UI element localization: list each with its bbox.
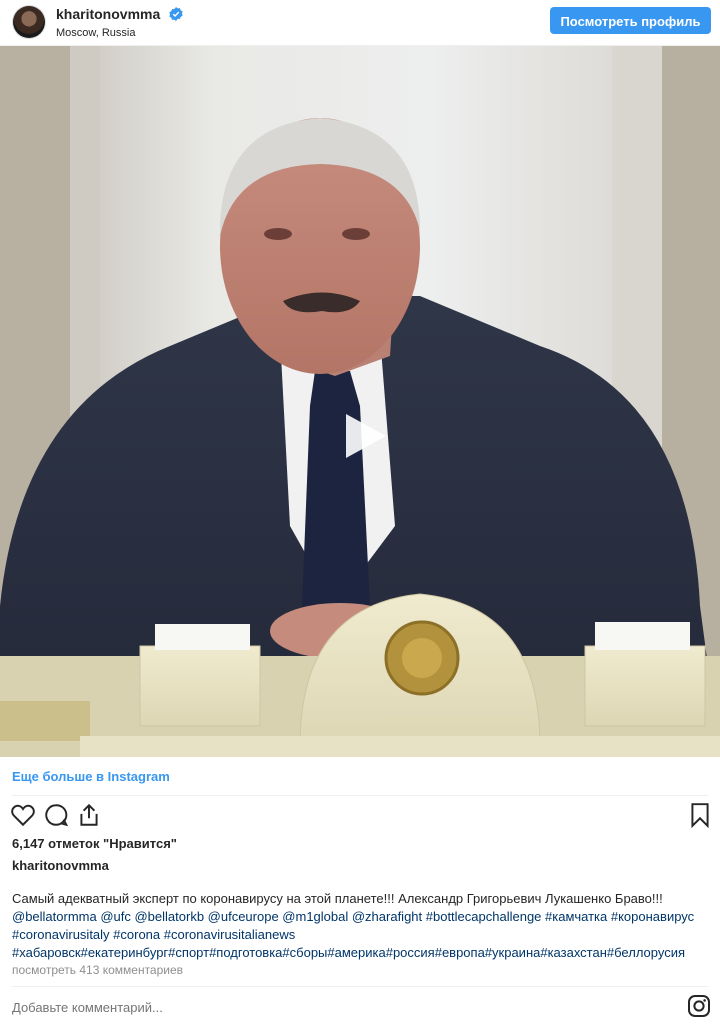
video-frame bbox=[0, 46, 720, 757]
caption-text: Самый адекватный эксперт по коронавирусу… bbox=[12, 891, 663, 906]
comment-icon[interactable] bbox=[43, 802, 69, 828]
share-icon[interactable] bbox=[76, 802, 102, 828]
more-on-instagram-link[interactable]: Еще больше в Instagram bbox=[12, 769, 170, 784]
divider bbox=[12, 986, 708, 987]
heart-icon[interactable] bbox=[10, 802, 36, 828]
location[interactable]: Moscow, Russia bbox=[56, 27, 183, 39]
post-header: kharitonovmma Moscow, Russia Посмотреть … bbox=[0, 0, 720, 46]
instagram-logo-icon[interactable] bbox=[687, 994, 711, 1018]
user-block: kharitonovmma Moscow, Russia bbox=[56, 6, 183, 39]
bookmark-icon[interactable] bbox=[687, 802, 713, 828]
caption: Самый адекватный эксперт по коронавирусу… bbox=[12, 890, 717, 962]
divider bbox=[12, 795, 708, 796]
view-profile-button[interactable]: Посмотреть профиль bbox=[550, 7, 711, 34]
post-video[interactable] bbox=[0, 46, 720, 757]
action-bar bbox=[10, 802, 710, 830]
caption-hashtags-2[interactable]: #хабаровск#екатеринбург#спорт#подготовка… bbox=[12, 944, 717, 962]
caption-hashtags[interactable]: #coronavirusitaly #corona #coronavirusit… bbox=[12, 926, 717, 944]
view-comments-link[interactable]: посмотреть 413 комментариев bbox=[12, 963, 183, 977]
add-comment-input[interactable] bbox=[12, 1000, 612, 1015]
caption-mentions[interactable]: @bellatormma @ufc @bellatorkb @ufceurope… bbox=[12, 908, 717, 926]
caption-username[interactable]: kharitonovmma bbox=[12, 858, 109, 873]
likes-count[interactable]: 6,147 отметок "Нравится" bbox=[12, 836, 177, 851]
verified-badge-icon bbox=[169, 7, 183, 21]
username[interactable]: kharitonovmma bbox=[56, 6, 160, 22]
avatar[interactable] bbox=[13, 6, 45, 38]
play-icon[interactable] bbox=[336, 408, 392, 464]
